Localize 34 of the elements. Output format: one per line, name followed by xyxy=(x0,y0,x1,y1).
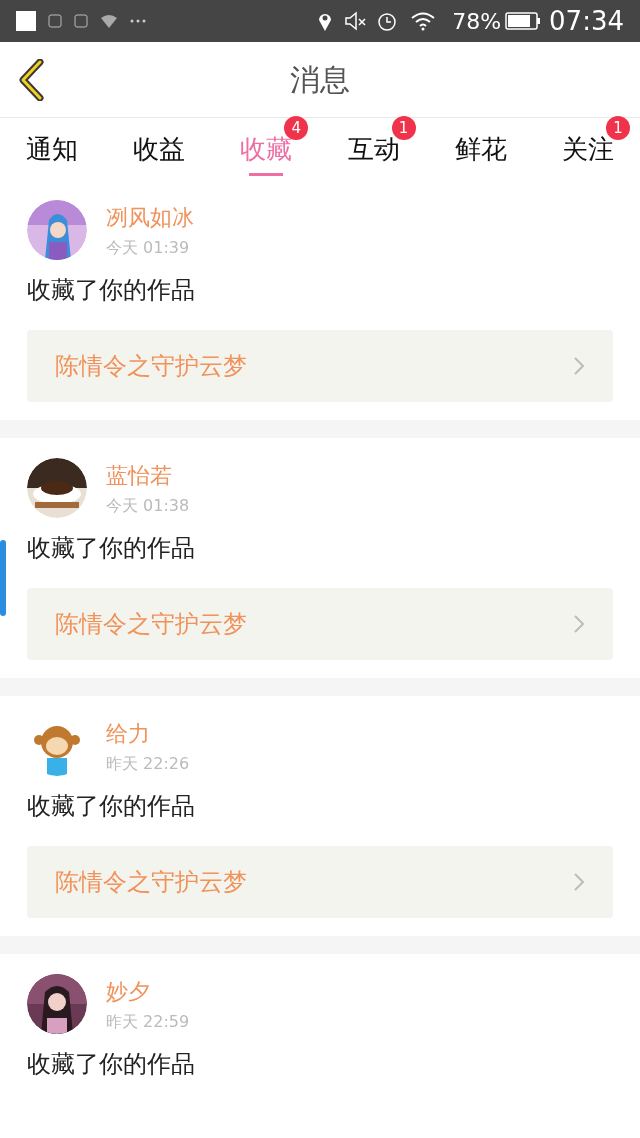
battery-percentage: 78% xyxy=(452,7,502,36)
more-icon xyxy=(130,19,146,23)
user-name: 给力 xyxy=(106,719,151,748)
wifi-icon xyxy=(410,11,437,31)
chevron-icon xyxy=(573,614,585,634)
user-name: 冽风如冰 xyxy=(106,203,194,232)
notification-icon xyxy=(16,11,36,31)
wifi-icon xyxy=(100,14,118,28)
ad-icon xyxy=(48,14,62,28)
message-text: 收藏了你的作品 xyxy=(27,275,196,306)
tab[interactable]: 收益 xyxy=(133,118,186,180)
timestamp: 今天 01:39 xyxy=(106,236,191,259)
count-badge: 1 xyxy=(605,116,630,140)
chevron-icon xyxy=(573,872,585,892)
battery-icon xyxy=(505,12,542,30)
location-icon xyxy=(318,11,333,31)
message-text: 收藏了你的作品 xyxy=(27,533,196,564)
timestamp: 今天 01:38 xyxy=(106,494,190,517)
timestamp: 昨天 22:59 xyxy=(106,1010,190,1033)
chevron-icon xyxy=(573,356,585,376)
page-title: 消息 xyxy=(290,61,350,99)
user-name: 蓝怡若 xyxy=(106,461,173,490)
message-text: 收藏了你的作品 xyxy=(27,791,196,822)
count-badge: 4 xyxy=(284,116,309,140)
tab-underline xyxy=(249,173,284,176)
mute-icon xyxy=(344,11,369,31)
tab[interactable]: 通知 xyxy=(26,118,78,180)
alarm-icon xyxy=(376,10,399,32)
clock: 07:34 xyxy=(549,4,624,38)
user-name: 妙夕 xyxy=(106,977,151,1006)
tab[interactable]: 鲜花 xyxy=(454,118,507,180)
message-text: 收藏了你的作品 xyxy=(27,1049,196,1080)
timestamp: 昨天 22:26 xyxy=(106,752,190,775)
ad-icon xyxy=(74,14,88,28)
